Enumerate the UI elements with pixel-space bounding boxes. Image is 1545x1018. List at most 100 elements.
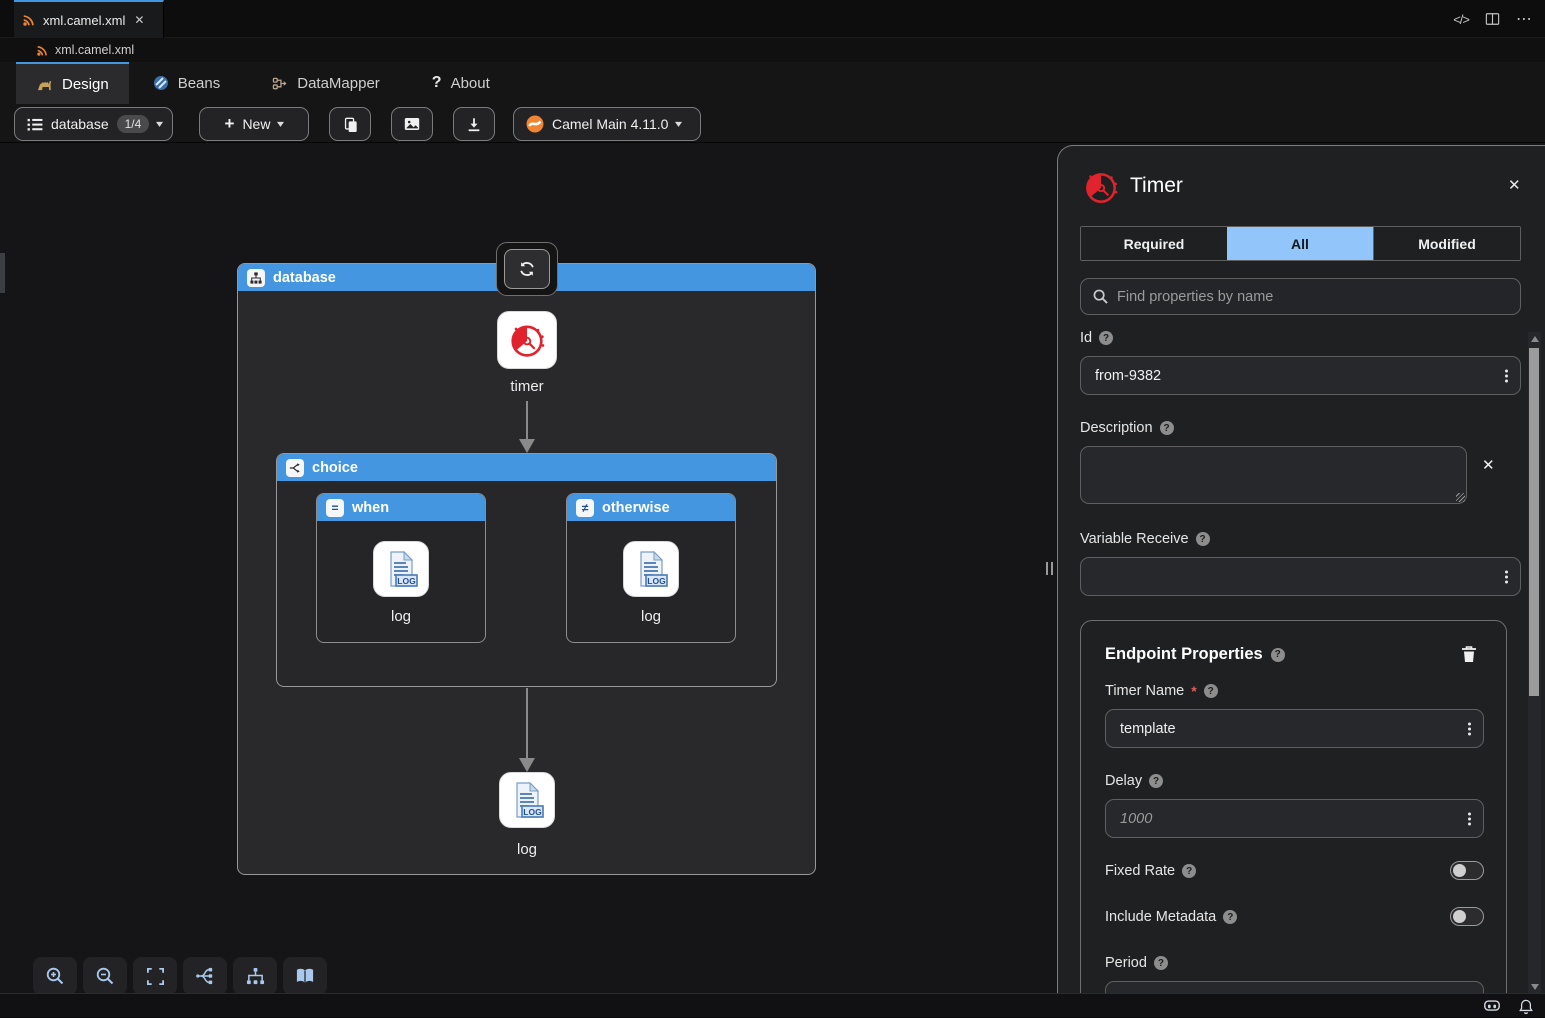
xml-file-icon bbox=[22, 13, 36, 27]
copy-flow-button[interactable] bbox=[329, 107, 371, 141]
zoom-out-button[interactable] bbox=[83, 957, 127, 995]
tab-modified[interactable]: Modified bbox=[1373, 227, 1520, 260]
camel-runtime-icon bbox=[526, 115, 544, 133]
when-group-header[interactable]: = when bbox=[317, 494, 485, 521]
variable-receive-field[interactable] bbox=[1080, 557, 1521, 596]
delay-input[interactable] bbox=[1106, 800, 1483, 837]
new-route-label: New bbox=[242, 116, 270, 132]
timer-name-field[interactable] bbox=[1105, 709, 1484, 748]
refresh-button[interactable] bbox=[504, 249, 550, 289]
scroll-down-arrow[interactable] bbox=[1531, 984, 1539, 990]
scroll-up-arrow[interactable] bbox=[1531, 336, 1539, 342]
tab-required[interactable]: Required bbox=[1081, 227, 1227, 260]
panel-close-icon[interactable]: ✕ bbox=[1508, 176, 1521, 194]
svg-text:LOG: LOG bbox=[397, 576, 416, 586]
panel-resize-handle[interactable] bbox=[1046, 562, 1053, 575]
help-icon[interactable]: ? bbox=[1196, 532, 1210, 546]
tab-design[interactable]: Design bbox=[16, 62, 129, 104]
copy-icon bbox=[342, 116, 358, 133]
help-icon[interactable]: ? bbox=[1149, 774, 1163, 788]
period-field[interactable] bbox=[1105, 981, 1484, 993]
kebab-menu-icon[interactable] bbox=[1505, 369, 1508, 382]
node-log-otherwise[interactable]: LOG bbox=[623, 541, 679, 597]
tab-beans[interactable]: Beans bbox=[133, 62, 241, 104]
edge-choice-log bbox=[526, 688, 528, 758]
description-textarea[interactable] bbox=[1080, 446, 1467, 504]
route-list-icon bbox=[27, 118, 43, 131]
period-label: Period? bbox=[1105, 955, 1168, 971]
editor-tab[interactable]: xml.camel.xml ✕ bbox=[14, 0, 164, 38]
log-icon: LOG bbox=[631, 549, 671, 589]
fit-to-screen-button[interactable] bbox=[133, 957, 177, 995]
scrollbar-thumb[interactable] bbox=[1529, 348, 1539, 696]
help-icon[interactable]: ? bbox=[1160, 421, 1174, 435]
zoom-out-icon bbox=[95, 966, 115, 986]
id-field[interactable] bbox=[1080, 356, 1521, 395]
description-label: Description? bbox=[1080, 420, 1174, 436]
route-group-label: database bbox=[273, 270, 336, 286]
canvas-controls bbox=[33, 957, 327, 995]
open-changes-icon[interactable]: </> bbox=[1453, 12, 1469, 27]
variable-receive-input[interactable] bbox=[1081, 558, 1520, 595]
new-route-button[interactable]: + New ▾ bbox=[199, 107, 309, 141]
fit-to-screen-icon bbox=[146, 967, 165, 986]
canvas[interactable]: database timer choice = when LOG log bbox=[0, 143, 1545, 993]
timer-name-label: Timer Name*? bbox=[1105, 683, 1218, 699]
textarea-resize-handle[interactable] bbox=[1456, 493, 1465, 502]
node-log-when-label: log bbox=[361, 608, 441, 625]
book-icon bbox=[295, 967, 315, 985]
choice-icon bbox=[286, 459, 304, 477]
horizontal-layout-icon bbox=[195, 967, 215, 985]
property-search[interactable] bbox=[1080, 278, 1521, 315]
help-icon[interactable]: ? bbox=[1204, 684, 1218, 698]
kebab-menu-icon[interactable] bbox=[1468, 722, 1471, 735]
more-actions-icon[interactable]: ⋯ bbox=[1516, 9, 1531, 29]
horizontal-layout-button[interactable] bbox=[183, 957, 227, 995]
tab-datamapper[interactable]: DataMapper bbox=[252, 62, 400, 104]
delay-field[interactable] bbox=[1105, 799, 1484, 838]
node-log-when[interactable]: LOG bbox=[373, 541, 429, 597]
fixed-rate-toggle[interactable] bbox=[1450, 861, 1484, 880]
help-icon[interactable]: ? bbox=[1182, 864, 1196, 878]
kebab-menu-icon[interactable] bbox=[1468, 812, 1471, 825]
otherwise-group-header[interactable]: ≠ otherwise bbox=[567, 494, 735, 521]
id-label: Id? bbox=[1080, 330, 1113, 346]
export-download-button[interactable] bbox=[453, 107, 495, 141]
help-icon[interactable]: ? bbox=[1099, 331, 1113, 345]
notifications-bell-icon[interactable] bbox=[1519, 999, 1533, 1014]
timer-name-input[interactable] bbox=[1106, 710, 1483, 747]
canvas-scrollbar[interactable] bbox=[0, 253, 5, 293]
description-clear-icon[interactable]: ✕ bbox=[1482, 456, 1495, 474]
tab-all[interactable]: All bbox=[1227, 227, 1373, 260]
when-group-label: when bbox=[352, 500, 389, 516]
breadcrumb-item[interactable]: xml.camel.xml bbox=[55, 43, 134, 57]
route-selector-button[interactable]: database 1/4 ▾ bbox=[14, 107, 173, 141]
tab-about[interactable]: ? About bbox=[412, 62, 510, 104]
choice-group-header[interactable]: choice bbox=[277, 454, 776, 481]
help-icon[interactable]: ? bbox=[1271, 648, 1285, 662]
vertical-layout-button[interactable] bbox=[233, 957, 277, 995]
catalog-button[interactable] bbox=[283, 957, 327, 995]
tab-close-icon[interactable]: ✕ bbox=[134, 13, 144, 27]
runtime-selector-button[interactable]: Camel Main 4.11.0 ▾ bbox=[513, 107, 701, 141]
split-editor-icon[interactable] bbox=[1485, 12, 1500, 26]
panel-scrollbar[interactable] bbox=[1528, 332, 1541, 993]
properties-panel: Timer ✕ Required All Modified Id? Descri… bbox=[1057, 145, 1545, 993]
help-icon[interactable]: ? bbox=[1154, 956, 1168, 970]
period-input[interactable] bbox=[1106, 982, 1483, 993]
delay-label: Delay? bbox=[1105, 773, 1163, 789]
required-marker: * bbox=[1191, 683, 1196, 699]
breadcrumb: xml.camel.xml bbox=[0, 38, 1545, 62]
kebab-menu-icon[interactable] bbox=[1505, 570, 1508, 583]
copilot-icon[interactable] bbox=[1483, 999, 1501, 1013]
help-icon[interactable]: ? bbox=[1223, 910, 1237, 924]
zoom-in-button[interactable] bbox=[33, 957, 77, 995]
node-timer[interactable] bbox=[497, 311, 557, 369]
status-bar bbox=[0, 993, 1545, 1017]
include-metadata-toggle[interactable] bbox=[1450, 907, 1484, 926]
export-image-button[interactable] bbox=[391, 107, 433, 141]
search-input[interactable] bbox=[1117, 289, 1508, 305]
trash-icon[interactable] bbox=[1461, 645, 1477, 663]
node-log[interactable]: LOG bbox=[499, 772, 555, 828]
id-input[interactable] bbox=[1081, 357, 1520, 394]
